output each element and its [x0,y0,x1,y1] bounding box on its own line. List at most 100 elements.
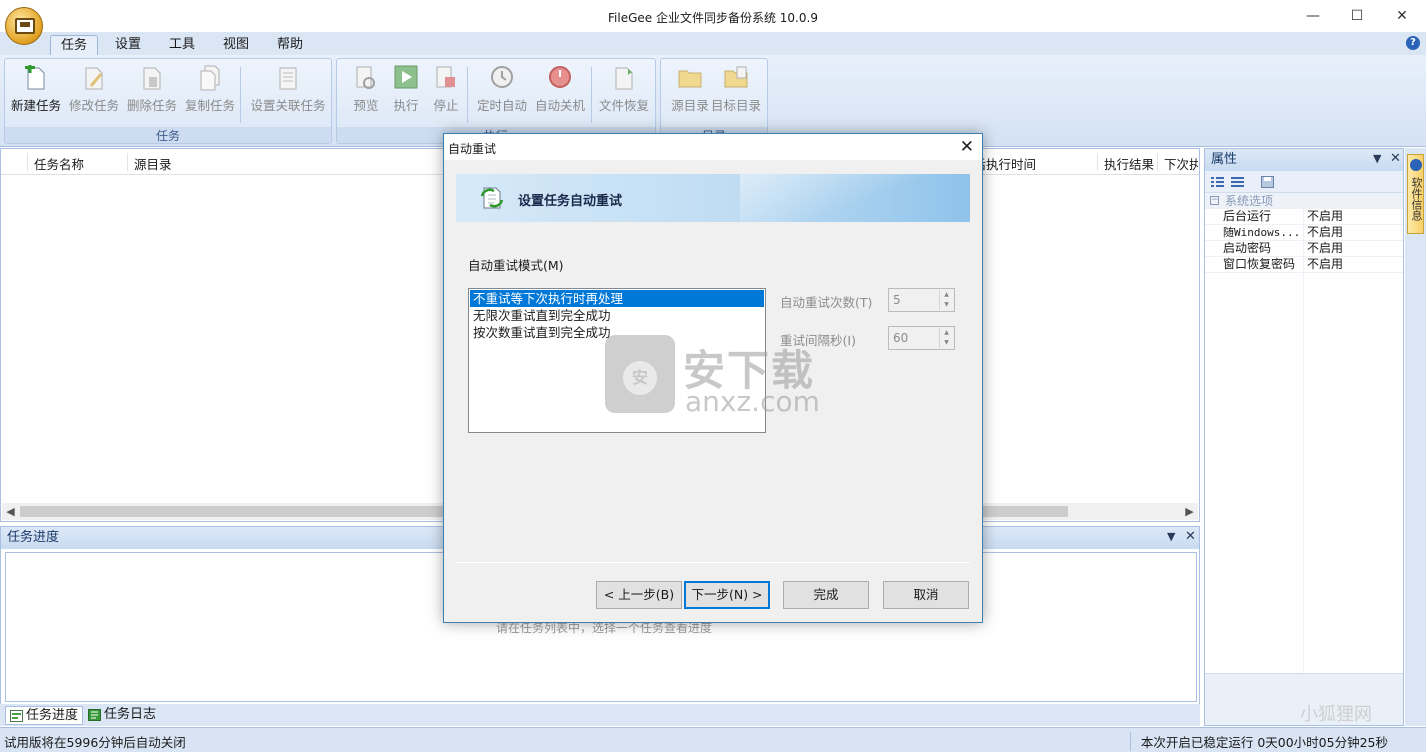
retry-mode-option[interactable]: 无限次重试直到完全成功 [470,307,764,324]
properties-title-text: 属性 [1211,152,1238,167]
prev-button[interactable]: < 上一步(B) [596,581,682,609]
property-row[interactable]: 启动密码 不启用 [1205,241,1403,257]
tab-task-log[interactable]: 任务日志 [84,706,160,725]
scroll-right-icon[interactable]: ▶ [1181,503,1198,520]
retry-count-value[interactable]: 5 [893,293,901,307]
property-key: 启动密码 [1223,241,1272,255]
stepper-down-icon[interactable]: ▼ [939,338,953,348]
window-title: FileGee 企业文件同步备份系统 10.0.9 [608,11,818,25]
property-row[interactable]: 后台运行 不启用 [1205,209,1403,225]
column-source-dir[interactable]: 源目录 [134,154,172,173]
property-value[interactable]: 不启用 [1307,209,1343,224]
software-info-tab[interactable]: 软件信息 [1407,154,1424,234]
retry-mode-option[interactable]: 不重试等下次执行时再处理 [470,290,764,307]
retry-interval-value[interactable]: 60 [893,331,908,345]
next-button[interactable]: 下一步(N) > [684,581,770,609]
file-restore-button[interactable]: 文件恢复 [595,63,653,123]
clock-icon [491,66,513,88]
link-task-button[interactable]: 设置关联任务 [249,63,327,123]
tab-task-progress[interactable]: 任务进度 [5,706,84,725]
tab-task-progress-label: 任务进度 [26,708,79,723]
execute-icon [394,65,418,89]
collapse-icon[interactable]: − [1210,196,1219,205]
alphabetical-icon[interactable] [1231,176,1244,188]
property-category[interactable]: − 系统选项 [1205,193,1403,209]
property-divider [1303,241,1304,257]
tab-tools[interactable]: 工具 [159,35,205,56]
file-restore-icon [615,67,633,90]
column-next-run[interactable]: 下次执 [1164,154,1198,173]
finish-button[interactable]: 完成 [783,581,869,609]
edit-task-button[interactable]: 修改任务 [65,63,123,123]
maximize-button[interactable]: ☐ [1342,4,1372,28]
property-divider [1303,257,1304,273]
property-grid-line [1303,273,1304,673]
folder-icon [678,70,702,88]
close-button[interactable]: ✕ [1387,4,1417,28]
dialog-title: 自动重试 [448,142,497,156]
retry-mode-label: 自动重试模式(M) [468,258,564,273]
schedule-label: 定时自动 [476,98,527,113]
pin-icon[interactable]: ▼ [1373,152,1381,165]
group-task: 新建任务 修改任务 删除任务 复制任务 设置关联任务 任务 [4,58,332,144]
edit-task-label: 修改任务 [68,98,119,113]
log-tab-icon [88,709,101,721]
watermark-en-text: anxz.com [685,385,820,418]
save-icon[interactable] [1261,176,1274,188]
progress-tab-icon [10,710,23,722]
copy-task-button[interactable]: 复制任务 [181,63,239,123]
stepper-up-icon[interactable]: ▲ [939,328,953,338]
property-key: 随Windows... [1223,226,1301,239]
tab-help[interactable]: 帮助 [267,35,313,56]
delete-task-button[interactable]: 删除任务 [123,63,181,123]
cancel-button[interactable]: 取消 [883,581,969,609]
auto-shutdown-label: 自动关机 [534,98,585,113]
stepper-up-icon[interactable]: ▲ [939,290,953,300]
retry-count-stepper[interactable]: 5 ▲ ▼ [888,288,955,312]
property-row[interactable]: 窗口恢复密码 不启用 [1205,257,1403,273]
retry-interval-stepper[interactable]: 60 ▲ ▼ [888,326,955,350]
panel-close-icon[interactable]: ✕ [1390,151,1401,166]
new-task-button[interactable]: 新建任务 [7,63,65,123]
property-row[interactable]: 随Windows... 不启用 [1205,225,1403,241]
scroll-left-icon[interactable]: ◀ [2,503,19,520]
dialog-close-button[interactable]: ✕ [960,136,974,158]
side-strip: 软件信息 [1405,148,1426,726]
column-separator [127,153,128,171]
delete-task-icon [143,67,161,90]
watermark-bag-icon: 安 [605,335,675,413]
auto-shutdown-button[interactable]: 自动关机 [531,63,589,123]
property-value[interactable]: 不启用 [1307,241,1343,256]
preview-icon [356,66,375,89]
column-task-name[interactable]: 任务名称 [34,154,84,173]
property-value[interactable]: 不启用 [1307,257,1343,272]
software-info-label: 软件信息 [1410,177,1423,221]
app-menu-button[interactable] [5,7,43,45]
stepper-down-icon[interactable]: ▼ [939,300,953,310]
group-execute: 预览 执行 停止 定时自动 自动关机 文件恢复 执行 [336,58,656,144]
property-value[interactable]: 不启用 [1307,225,1343,240]
tab-task[interactable]: 任务 [50,35,99,56]
bottom-tabs: 任务进度 任务日志 [0,704,1200,726]
property-category-label: 系统选项 [1225,194,1274,208]
dialog-divider [456,562,970,563]
panel-close-icon[interactable]: ✕ [1185,529,1196,544]
edit-task-icon [85,67,103,90]
minimize-button[interactable]: — [1298,4,1328,28]
schedule-button[interactable]: 定时自动 [473,63,531,123]
file-restore-label: 文件恢复 [598,98,649,113]
property-divider [1303,209,1304,225]
tab-view[interactable]: 视图 [213,35,259,56]
tab-settings[interactable]: 设置 [105,35,151,56]
pin-icon[interactable]: ▼ [1167,530,1175,543]
target-folder-icon [724,66,748,88]
help-icon[interactable]: ? [1406,36,1420,50]
properties-panel: 属性 ▼ ✕ − 系统选项 后台运行 不启用 随Windows... 不启用 启动密码… [1204,148,1404,726]
new-task-label: 新建任务 [10,98,61,113]
link-task-label: 设置关联任务 [250,98,326,113]
categorized-icon[interactable] [1211,176,1224,188]
property-divider [1303,225,1304,241]
banner-shine [740,174,970,222]
column-result[interactable]: 执行结果 [1104,154,1154,173]
target-dir-button[interactable]: 目标目录 [707,63,765,123]
